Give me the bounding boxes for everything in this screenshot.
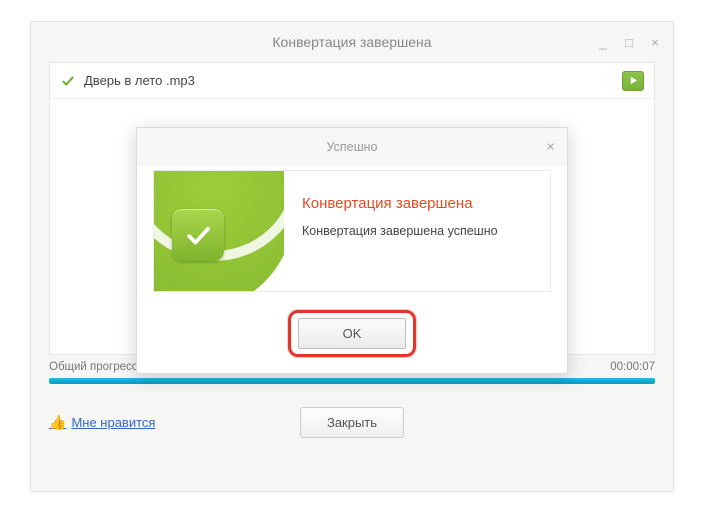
ok-highlight: OK xyxy=(288,310,417,357)
window-title: Конвертация завершена xyxy=(272,34,431,50)
elapsed-time: 00:00:07 xyxy=(610,361,655,373)
ok-wrap: OK xyxy=(137,310,567,357)
modal-message: Конвертация завершена успешно xyxy=(302,224,532,238)
checkmark-icon xyxy=(60,73,76,89)
titlebar: Конвертация завершена _ □ × xyxy=(31,22,673,62)
thumbs-up-icon: 👍 xyxy=(49,414,66,431)
like-link[interactable]: 👍 Мне нравится xyxy=(49,414,155,431)
minimize-button[interactable]: _ xyxy=(595,35,611,50)
footer: 👍 Мне нравится Закрыть xyxy=(49,404,655,440)
modal-close-button[interactable]: × xyxy=(546,139,555,156)
progress-bar xyxy=(49,378,655,384)
play-button[interactable] xyxy=(622,71,644,91)
window-controls: _ □ × xyxy=(595,22,663,62)
maximize-button[interactable]: □ xyxy=(621,35,637,50)
modal-title: Успешно xyxy=(327,140,378,154)
like-label: Мне нравится xyxy=(71,415,155,430)
file-name: Дверь в лето .mp3 xyxy=(84,73,622,88)
modal-titlebar: Успешно × xyxy=(137,128,567,166)
close-main-button[interactable]: Закрыть xyxy=(300,407,404,438)
progress-label: Общий прогресс: xyxy=(49,361,141,373)
success-modal: Успешно × Конвертация завершена Конверта… xyxy=(136,127,568,374)
ok-button[interactable]: OK xyxy=(298,318,407,349)
close-button[interactable]: × xyxy=(647,35,663,50)
modal-heading: Конвертация завершена xyxy=(302,195,532,212)
success-badge-icon xyxy=(172,209,224,261)
modal-body: Конвертация завершена Конвертация заверш… xyxy=(153,170,551,292)
modal-graphic xyxy=(154,171,284,291)
modal-text: Конвертация завершена Конвертация заверш… xyxy=(284,171,550,291)
file-row: Дверь в лето .mp3 xyxy=(50,63,654,99)
